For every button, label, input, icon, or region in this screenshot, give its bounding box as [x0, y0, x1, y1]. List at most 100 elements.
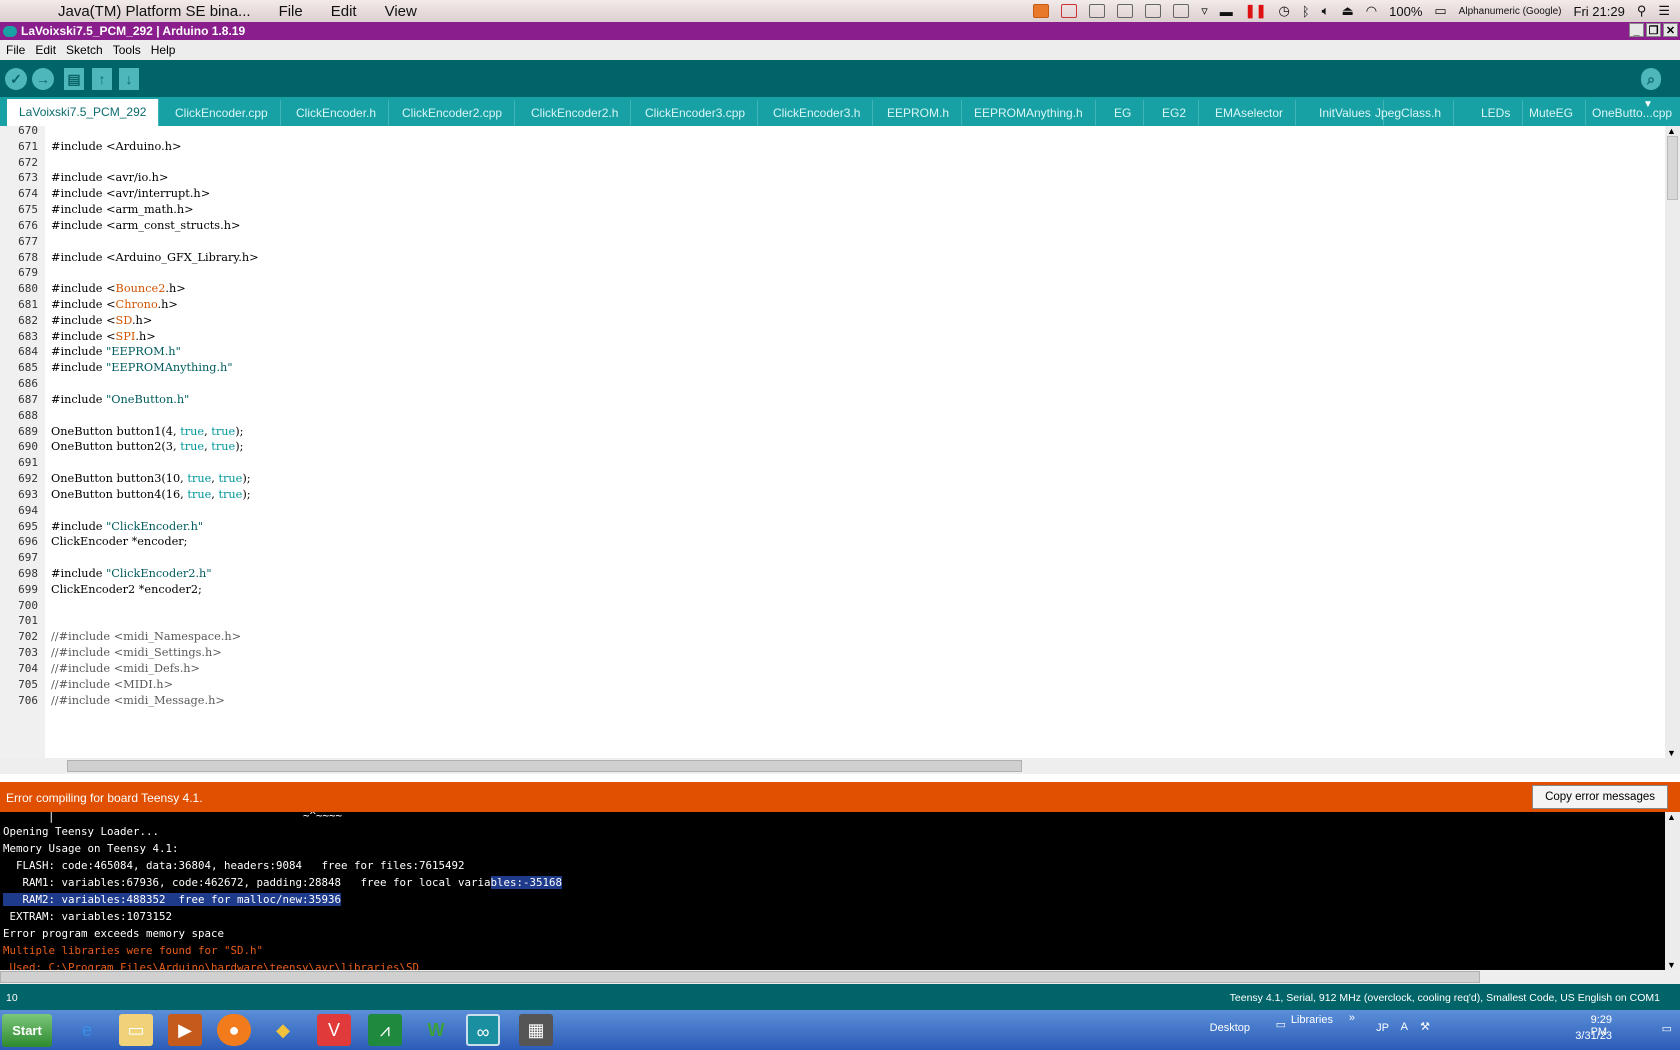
double-chevron-icon[interactable]: » [1349, 1012, 1355, 1024]
tab-file[interactable]: ClickEncoder2.h [519, 100, 632, 126]
tab-file[interactable]: ClickEncoder.h [284, 100, 390, 126]
notification-center-icon[interactable]: ☰ [1658, 3, 1670, 19]
maximize-button[interactable]: ❐ [1646, 23, 1661, 37]
code-line[interactable]: //#include <midi_Message.h> [51, 694, 225, 707]
tab-file[interactable]: ClickEncoder3.h [761, 100, 874, 126]
verify-button[interactable]: ✓ [5, 68, 27, 90]
app-tray-icon[interactable] [1145, 4, 1162, 18]
code-line[interactable]: OneButton button3(10, true, true); [51, 472, 251, 485]
scroll-thumb[interactable] [67, 760, 1022, 772]
menu-help[interactable]: Help [151, 43, 176, 57]
clock-date[interactable]: 3/31/23 [1575, 1030, 1612, 1042]
arduino-taskbar-icon[interactable]: ∞ [466, 1014, 500, 1046]
code-line[interactable]: //#include <MIDI.h> [51, 678, 173, 691]
start-button[interactable]: Start [2, 1014, 52, 1047]
clock[interactable]: Fri 21:29 [1574, 4, 1625, 19]
volume-icon[interactable]: 🔈︎ [1322, 3, 1330, 19]
tab-file[interactable]: EEPROM.h [875, 100, 963, 126]
code-line[interactable]: //#include <midi_Settings.h> [51, 646, 222, 659]
app-tray-icon[interactable] [1033, 4, 1050, 18]
editor-vertical-scrollbar[interactable]: ▲ ▼ [1665, 126, 1680, 758]
code-line[interactable]: OneButton button4(16, true, true); [51, 488, 251, 501]
chevron-down-icon[interactable]: ▿ [1201, 3, 1208, 19]
tab-file[interactable]: ClickEncoder.cpp [163, 100, 281, 126]
menu-edit[interactable]: Edit [35, 43, 56, 57]
scroll-up-icon[interactable]: ▲ [1667, 812, 1676, 822]
tab-file[interactable]: MuteEG [1517, 100, 1587, 126]
activity-monitor-icon[interactable]: ⩘ [368, 1014, 402, 1046]
language-indicator[interactable]: JP [1376, 1022, 1389, 1034]
scroll-thumb[interactable] [1667, 136, 1678, 200]
tab-file[interactable]: JpegClass.h [1363, 100, 1455, 126]
scroll-down-icon[interactable]: ▼ [1667, 748, 1676, 758]
app-menu-name[interactable]: Java(TM) Platform SE bina... [58, 3, 251, 20]
code-line[interactable]: #include <arm_const_structs.h> [51, 219, 240, 232]
ime-icon[interactable]: A [1401, 1021, 1408, 1033]
battery-icon[interactable]: ▭ [1434, 3, 1446, 19]
serial-monitor-icon[interactable]: ⌕ [1641, 68, 1661, 90]
menu-file[interactable]: File [6, 43, 25, 57]
code-line[interactable]: //#include <midi_Defs.h> [51, 662, 200, 675]
libraries-toolbar[interactable]: Libraries [1291, 1014, 1333, 1026]
tab-file[interactable]: EG2 [1150, 100, 1200, 126]
file-explorer-icon[interactable]: ▭ [119, 1014, 153, 1046]
code-line[interactable]: ClickEncoder2 *encoder2; [51, 583, 202, 596]
w-app-icon[interactable]: W [419, 1014, 453, 1046]
code-line[interactable]: #include <Chrono.h> [51, 298, 178, 311]
spotlight-search-icon[interactable]: ⚲ [1637, 3, 1647, 19]
menu-tools[interactable]: Tools [113, 43, 141, 57]
scroll-down-icon[interactable]: ▼ [1667, 960, 1676, 970]
internet-explorer-icon[interactable]: e [70, 1014, 104, 1046]
mac-file-menu[interactable]: File [279, 3, 303, 20]
tabs-dropdown-icon[interactable]: ▼ [1643, 99, 1653, 110]
mac-view-menu[interactable]: View [385, 3, 417, 20]
code-line[interactable]: #include "EEPROMAnything.h" [51, 361, 233, 374]
tool-icon[interactable]: ⚒ [1420, 1020, 1430, 1033]
open-button[interactable]: ↑ [92, 68, 112, 90]
code-line[interactable]: //#include <midi_Namespace.h> [51, 630, 241, 643]
firefox-icon[interactable]: ● [217, 1014, 251, 1046]
desktop-toolbar[interactable]: Desktop [1210, 1022, 1250, 1034]
menu-sketch[interactable]: Sketch [66, 43, 103, 57]
wifi-icon[interactable]: ◠ [1366, 3, 1377, 19]
code-line[interactable]: #include <Arduino_GFX_Library.h> [51, 251, 259, 264]
copy-error-messages-button[interactable]: Copy error messages [1532, 785, 1668, 809]
battery-percent[interactable]: 100% [1389, 4, 1422, 19]
editor-horizontal-scrollbar[interactable] [0, 758, 1680, 774]
tab-file[interactable]: EMAselector [1203, 100, 1297, 126]
new-sketch-button[interactable]: ▤ [64, 68, 84, 90]
tab-file[interactable]: EG [1102, 100, 1145, 126]
console-horizontal-scrollbar[interactable] [0, 970, 1680, 984]
app-tray-icon[interactable] [1117, 4, 1134, 18]
tab-main-sketch[interactable]: LaVoixski7.5_PCM_292 [7, 99, 160, 126]
time-machine-icon[interactable]: ◷ [1279, 3, 1290, 19]
code-line[interactable]: #include "OneButton.h" [51, 393, 189, 406]
code-line[interactable]: #include <arm_math.h> [51, 203, 194, 216]
show-desktop-icon[interactable]: ▭ [1662, 1022, 1672, 1035]
close-button[interactable]: ✕ [1663, 23, 1678, 37]
code-line[interactable]: #include <avr/interrupt.h> [51, 187, 210, 200]
app-tray-icon[interactable] [1061, 4, 1078, 18]
app-window-icon[interactable]: ▦ [519, 1014, 553, 1046]
code-line[interactable]: #include <SPI.h> [51, 330, 156, 343]
app-tray-icon[interactable] [1089, 4, 1106, 18]
code-line[interactable]: #include <Arduino.h> [51, 140, 181, 153]
code-line[interactable]: #include "ClickEncoder.h" [51, 520, 203, 533]
code-line[interactable]: #include "EEPROM.h" [51, 345, 181, 358]
upload-button[interactable]: → [32, 68, 54, 90]
tab-file[interactable]: ClickEncoder2.cpp [390, 100, 516, 126]
scroll-thumb[interactable] [0, 971, 1480, 983]
code-line[interactable]: ClickEncoder *encoder; [51, 535, 187, 548]
mac-edit-menu[interactable]: Edit [331, 3, 357, 20]
code-line[interactable]: OneButton button2(3, true, true); [51, 440, 243, 453]
eject-icon[interactable]: ⏏ [1341, 3, 1353, 19]
app-diamond-icon[interactable]: ◆ [266, 1014, 300, 1046]
code-line[interactable]: #include <Bounce2.h> [51, 282, 186, 295]
tab-file[interactable]: OneButto...cpp [1580, 100, 1680, 126]
media-player-icon[interactable]: ▶ [168, 1014, 202, 1046]
scroll-up-icon[interactable]: ▲ [1667, 126, 1676, 136]
code-line[interactable]: #include <SD.h> [51, 314, 152, 327]
bluetooth-icon[interactable]: ᛒ [1302, 4, 1310, 19]
pause-icon[interactable]: ❚❚ [1245, 3, 1267, 19]
vivaldi-icon[interactable]: V [317, 1014, 351, 1046]
